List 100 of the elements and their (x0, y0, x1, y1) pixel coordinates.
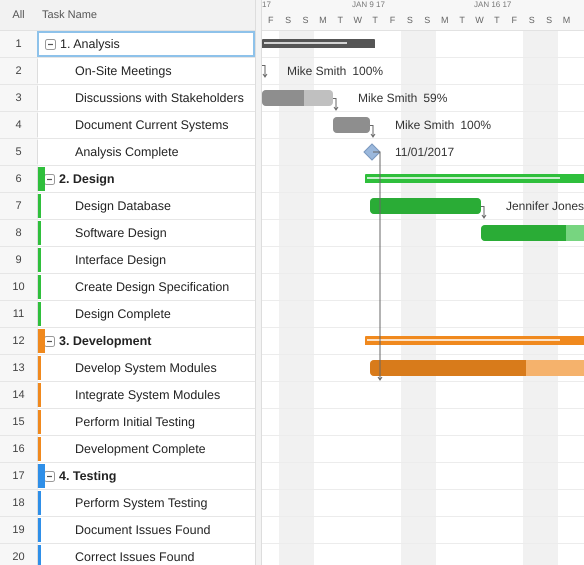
group-color-stripe (38, 518, 41, 542)
row-number: 2 (0, 58, 37, 84)
task-bar[interactable] (262, 90, 333, 106)
group-color-stripe (38, 491, 41, 515)
milestone-icon[interactable] (363, 143, 381, 161)
month-label: 17 (262, 0, 271, 9)
row-number: 1 (0, 31, 37, 57)
day-label: S (545, 15, 554, 25)
group-name: 4. Testing (59, 469, 116, 483)
day-label: S (423, 15, 432, 25)
task-name: Design Database (75, 199, 171, 213)
day-label: W (474, 15, 485, 25)
task-name: Perform Initial Testing (75, 415, 195, 429)
group-color-stripe (38, 383, 41, 407)
percent-label: 100% (352, 64, 384, 78)
task-name-cell[interactable]: 3. Development (37, 328, 255, 354)
month-label: JAN 9 17 (352, 0, 385, 9)
row-number: 13 (0, 355, 37, 381)
group-color-stripe (38, 275, 41, 299)
row-number: 4 (0, 112, 37, 138)
day-label: W (352, 15, 363, 25)
task-name-cell[interactable]: 4. Testing (37, 463, 255, 489)
row-number: 5 (0, 139, 37, 165)
task-name: Create Design Specification (75, 280, 230, 294)
group-color-stripe (38, 410, 41, 434)
day-label: M (440, 15, 450, 25)
dependency-arrow (262, 65, 268, 78)
row-number: 3 (0, 85, 37, 111)
day-label: M (318, 15, 328, 25)
day-label: T (493, 15, 501, 25)
collapse-icon[interactable] (44, 470, 55, 482)
resource-label: Mike Smith (287, 64, 346, 78)
dependency-arrow (333, 98, 339, 111)
month-label: JAN 16 17 (474, 0, 512, 9)
group-color-stripe (38, 356, 41, 380)
collapse-icon[interactable] (45, 38, 56, 50)
group-name: 3. Development (59, 334, 152, 348)
day-label: T (458, 15, 466, 25)
task-name: Document Current Systems (75, 118, 229, 132)
percent-label: 59% (423, 91, 448, 105)
row-number: 14 (0, 382, 37, 408)
day-label: F (388, 15, 396, 25)
group-color-stripe (38, 437, 41, 461)
all-header[interactable]: All (0, 9, 37, 21)
task-name: Software Design (75, 226, 167, 240)
task-name: Analysis Complete (75, 145, 179, 159)
task-name-cell[interactable]: 2. Design (37, 166, 255, 192)
group-color-stripe (38, 545, 41, 565)
task-name: Document Issues Found (75, 523, 210, 537)
collapse-icon[interactable] (44, 336, 55, 346)
group-name: 1. Analysis (60, 37, 120, 51)
task-name: Develop System Modules (75, 361, 217, 375)
task-name: Perform System Testing (75, 496, 208, 510)
task-name: Discussions with Stakeholders (75, 91, 244, 105)
day-label: M (562, 15, 572, 25)
resource-label: Mike Smith (395, 118, 454, 132)
group-color-stripe (38, 302, 41, 326)
task-name: Development Complete (75, 442, 206, 456)
group-color-stripe (38, 248, 41, 272)
row-number: 16 (0, 436, 37, 462)
row-number: 17 (0, 463, 37, 489)
day-label: S (301, 15, 310, 25)
row-number: 6 (0, 166, 37, 192)
row-number: 7 (0, 193, 37, 219)
group-color-stripe (38, 194, 41, 218)
date-label: 11/01/2017 (395, 145, 454, 159)
row-number: 9 (0, 247, 37, 273)
task-name: On-Site Meetings (75, 64, 172, 78)
day-label: T (371, 15, 379, 25)
row-number: 12 (0, 328, 37, 354)
row-number: 19 (0, 517, 37, 543)
day-label: T (336, 15, 344, 25)
row-number: 10 (0, 274, 37, 300)
row-number: 11 (0, 301, 37, 327)
resource-label: Jennifer Jones (506, 199, 584, 213)
day-label: S (406, 15, 414, 25)
summary-bar[interactable] (262, 39, 375, 48)
collapse-icon[interactable] (44, 174, 55, 184)
task-name: Interface Design (75, 253, 166, 267)
task-name-cell[interactable]: 1. Analysis (37, 31, 255, 57)
resource-label: Mike Smith (358, 91, 418, 105)
row-number: 18 (0, 490, 37, 516)
task-name: Correct Issues Found (75, 550, 194, 564)
day-label: S (528, 15, 536, 25)
task-name: Integrate System Modules (75, 388, 220, 402)
column-header[interactable]: Task Name (37, 9, 98, 21)
row-number: 15 (0, 409, 37, 435)
percent-label: 100% (460, 118, 492, 132)
dependency-arrow (481, 206, 487, 219)
task-bar[interactable] (333, 117, 370, 133)
dependency-arrow (370, 125, 376, 138)
group-color-stripe (38, 221, 41, 245)
row-number: 20 (0, 544, 37, 565)
day-label: F (266, 15, 274, 25)
day-label: S (284, 15, 292, 25)
task-bar[interactable] (481, 225, 584, 241)
task-bar[interactable] (370, 360, 584, 376)
task-name: Design Complete (75, 307, 171, 321)
group-name: 2. Design (59, 172, 115, 186)
row-number: 8 (0, 220, 37, 246)
